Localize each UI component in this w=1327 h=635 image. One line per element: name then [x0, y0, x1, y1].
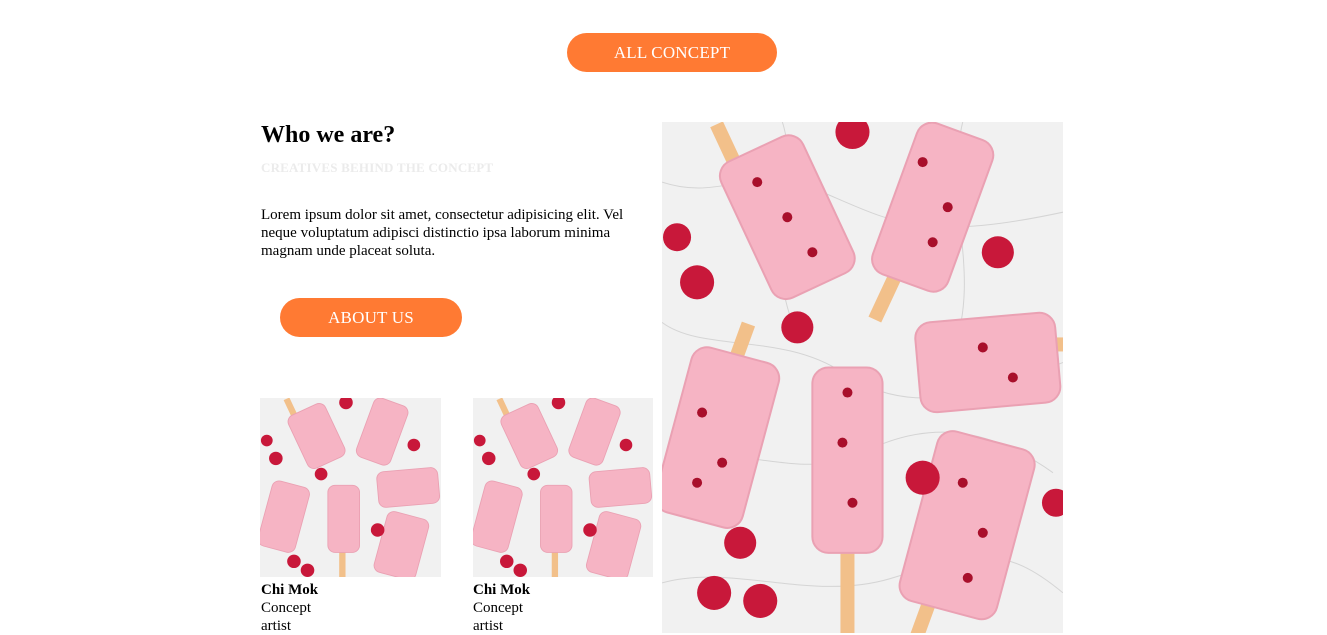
team-member-role: Concept: [473, 600, 523, 616]
team-member-role: Concept: [261, 600, 311, 616]
popsicles-thumbnail: [260, 398, 441, 577]
team-member-name: Chi Mok: [473, 582, 531, 598]
team-card-info: Chi Mok Concept artist: [473, 581, 530, 635]
team-photo: [473, 398, 653, 577]
all-concept-button[interactable]: ALL CONCEPT: [567, 33, 777, 72]
popsicles-thumbnail: [473, 398, 653, 577]
about-description: Lorem ipsum dolor sit amet, consectetur …: [261, 207, 624, 259]
section-subtitle: CREATIVES BEHIND THE CONCEPT: [261, 160, 494, 175]
team-card-info: Chi Mok Concept artist: [261, 581, 318, 635]
popsicles-photo: [662, 122, 1063, 633]
team-photo: [260, 398, 441, 577]
section-heading: Who we are?: [261, 122, 396, 148]
about-us-button[interactable]: ABOUT US: [280, 298, 462, 337]
popsicles-photo-illustration: [662, 122, 1063, 633]
team-member-role-cont: artist: [261, 618, 291, 634]
team-member-role-cont: artist: [473, 618, 503, 634]
team-member-name: Chi Mok: [261, 582, 319, 598]
